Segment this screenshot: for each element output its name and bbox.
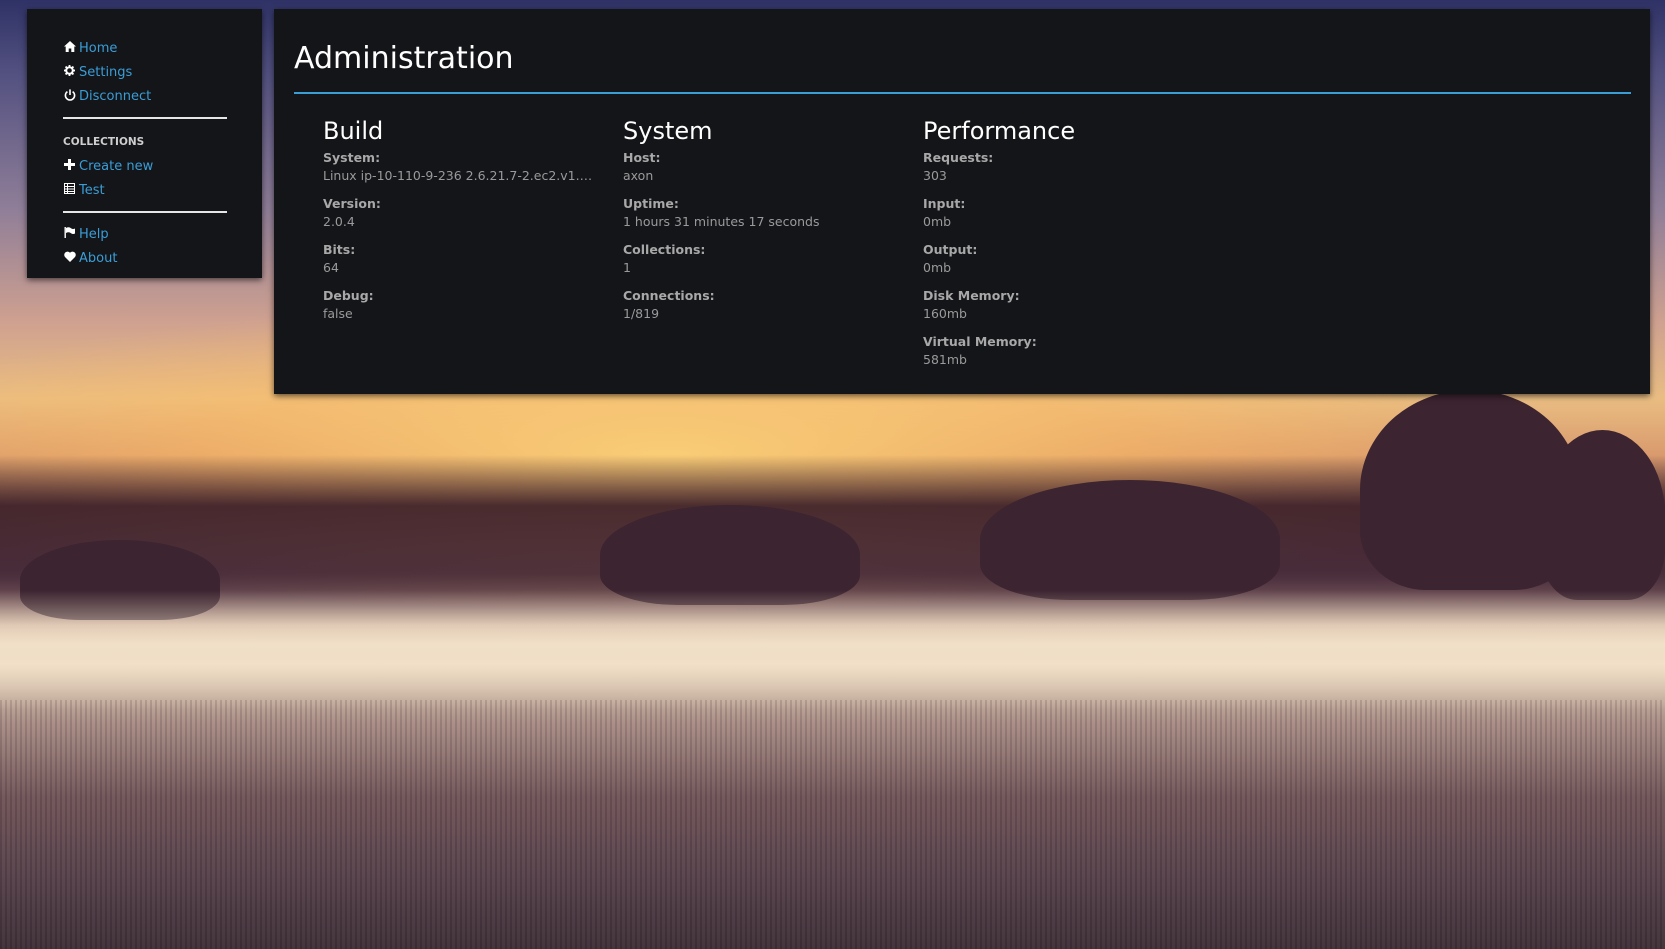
stat-value: 2.0.4 xyxy=(323,214,355,229)
section-title: Performance xyxy=(923,117,1076,145)
plus-icon xyxy=(63,159,76,173)
sidebar-top-nav: Home Settings Disconnect xyxy=(27,36,262,108)
section-title: System xyxy=(623,117,713,145)
build-section: Build System: Linux ip-10-110-9-236 2.6.… xyxy=(323,116,593,333)
stat-value: axon xyxy=(623,168,654,183)
grass-field xyxy=(0,700,1665,949)
stat-value: Linux ip-10-110-9-236 2.6.21.7-2.ec2.v1.… xyxy=(323,168,593,183)
stat-value: 0mb xyxy=(923,260,952,275)
stat-label: Uptime: xyxy=(623,196,679,211)
stat-virtual-memory: Virtual Memory: 581mb xyxy=(923,333,1193,369)
stat-input: Input: 0mb xyxy=(923,195,1193,231)
performance-section: Performance Requests: 303 Input: 0mb Out… xyxy=(923,116,1193,379)
collections-header: COLLECTIONS xyxy=(63,136,145,148)
sidebar-item-help[interactable]: Help xyxy=(27,222,262,246)
stat-host: Host: axon xyxy=(623,149,893,185)
tree xyxy=(1540,430,1665,600)
heart-icon xyxy=(63,251,76,265)
sidebar-item-create-new[interactable]: Create new xyxy=(27,154,262,178)
stat-label: Output: xyxy=(923,242,978,257)
sidebar-item-home[interactable]: Home xyxy=(27,36,262,60)
stat-requests: Requests: 303 xyxy=(923,149,1193,185)
stat-bits: Bits: 64 xyxy=(323,241,593,277)
home-icon xyxy=(63,41,76,55)
stat-label: Connections: xyxy=(623,288,715,303)
flag-icon xyxy=(63,227,76,241)
sidebar-item-label: Create new xyxy=(79,158,154,174)
stat-label: Input: xyxy=(923,196,966,211)
stat-value: 160mb xyxy=(923,306,967,321)
stat-value: 303 xyxy=(923,168,947,183)
sidebar-divider xyxy=(63,117,227,119)
sidebar-item-disconnect[interactable]: Disconnect xyxy=(27,84,262,108)
stat-connections: Connections: 1/819 xyxy=(623,287,893,323)
stat-disk-memory: Disk Memory: 160mb xyxy=(923,287,1193,323)
fog xyxy=(0,590,1665,710)
stat-label: Virtual Memory: xyxy=(923,334,1037,349)
stat-value: 581mb xyxy=(923,352,967,367)
stat-version: Version: 2.0.4 xyxy=(323,195,593,231)
power-icon xyxy=(63,88,76,104)
sidebar-divider xyxy=(63,211,227,213)
stat-uptime: Uptime: 1 hours 31 minutes 17 seconds xyxy=(623,195,893,231)
sidebar-item-label: Home xyxy=(79,40,118,56)
stat-label: Bits: xyxy=(323,242,356,257)
stat-value: 1 xyxy=(623,260,631,275)
system-section: System Host: axon Uptime: 1 hours 31 min… xyxy=(623,116,893,333)
page-title: Administration xyxy=(294,41,514,76)
stat-label: Collections: xyxy=(623,242,706,257)
stat-label: Requests: xyxy=(923,150,994,165)
stat-value: false xyxy=(323,306,353,321)
sidebar-collections-nav: Create new Test xyxy=(27,154,262,202)
sidebar: Home Settings Disconnect COLLECTIONS Cre… xyxy=(27,9,262,278)
stat-label: Version: xyxy=(323,196,381,211)
sidebar-bottom-nav: Help About xyxy=(27,222,262,270)
stat-value: 1 hours 31 minutes 17 seconds xyxy=(623,214,820,229)
stat-system: System: Linux ip-10-110-9-236 2.6.21.7-2… xyxy=(323,149,593,185)
title-underline xyxy=(294,92,1631,94)
sidebar-item-label: Test xyxy=(79,182,105,198)
sidebar-item-label: Disconnect xyxy=(79,88,152,104)
sidebar-item-test[interactable]: Test xyxy=(27,178,262,202)
sidebar-item-label: Help xyxy=(79,226,109,242)
stat-label: Disk Memory: xyxy=(923,288,1020,303)
stat-debug: Debug: false xyxy=(323,287,593,323)
sidebar-item-settings[interactable]: Settings xyxy=(27,60,262,84)
admin-panel: Administration Build System: Linux ip-10… xyxy=(274,9,1650,394)
stat-output: Output: 0mb xyxy=(923,241,1193,277)
stat-collections: Collections: 1 xyxy=(623,241,893,277)
sidebar-item-about[interactable]: About xyxy=(27,246,262,270)
stat-label: Debug: xyxy=(323,288,374,303)
sidebar-item-label: About xyxy=(79,250,118,266)
stat-label: System: xyxy=(323,150,381,165)
stat-value: 1/819 xyxy=(623,306,660,321)
stat-label: Host: xyxy=(623,150,661,165)
stat-value: 0mb xyxy=(923,214,952,229)
gear-icon xyxy=(63,65,76,79)
section-title: Build xyxy=(323,117,384,145)
sidebar-item-label: Settings xyxy=(79,64,133,80)
table-icon xyxy=(63,183,76,197)
stat-value: 64 xyxy=(323,260,339,275)
tree xyxy=(980,480,1280,600)
